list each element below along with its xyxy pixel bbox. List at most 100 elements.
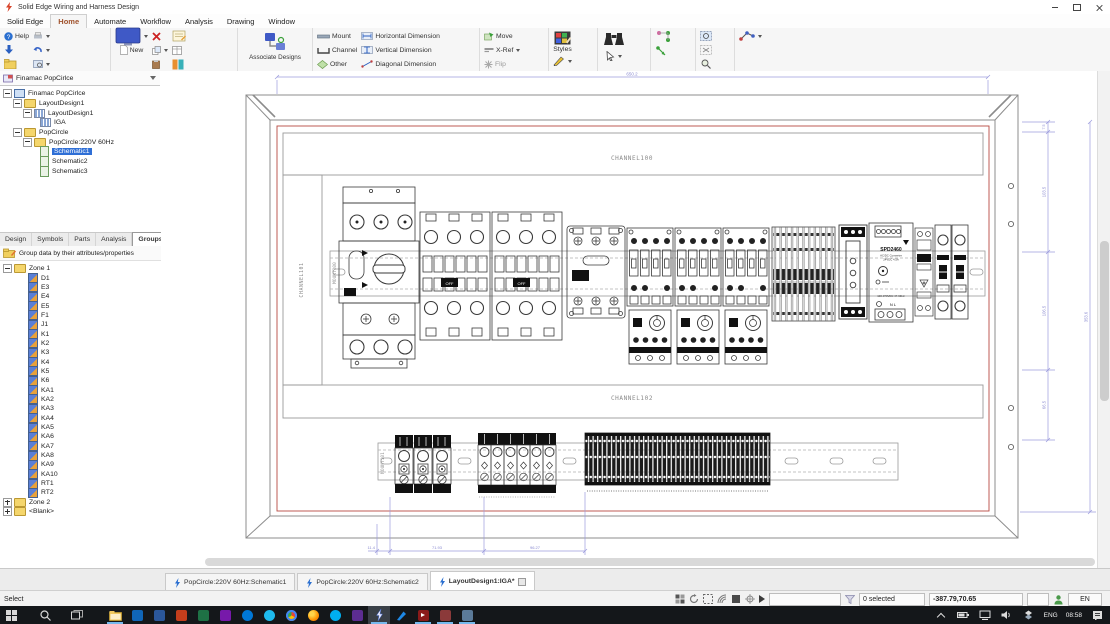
firefox-icon[interactable] (302, 606, 324, 624)
solid-edge-taskbar-icon[interactable] (368, 606, 390, 624)
group-item[interactable]: E3 (0, 283, 160, 292)
preview-button[interactable] (33, 58, 50, 70)
tab-design[interactable]: Design (0, 233, 32, 246)
print-button[interactable] (33, 30, 50, 42)
collapse-icon[interactable] (13, 128, 22, 137)
move-button[interactable]: Move (484, 30, 520, 42)
drawing-canvas[interactable]: OFF (161, 71, 1110, 568)
group-item[interactable]: F1 (0, 311, 160, 320)
dim-bottom-2[interactable]: 71.93 (432, 545, 443, 550)
video-app-icon[interactable] (412, 606, 434, 624)
tab-analysis[interactable]: Analysis (96, 233, 132, 246)
group-item[interactable]: KA7 (0, 442, 160, 451)
table-button[interactable] (172, 44, 186, 56)
group-item[interactable]: KA9 (0, 460, 160, 469)
maximize-button[interactable] (1066, 1, 1088, 14)
flip-button[interactable]: Flip (484, 58, 520, 70)
mount100-label[interactable]: MOUNT100 (332, 262, 338, 284)
edge-icon[interactable] (236, 606, 258, 624)
tree-node-layoutdesign1[interactable]: LayoutDesign1 (0, 99, 160, 109)
breaker-group-2[interactable] (492, 212, 562, 340)
connect-node-icon[interactable] (655, 30, 673, 44)
pen-app-icon[interactable] (390, 606, 412, 624)
wire-channels[interactable]: CHANNEL100 CHANNEL101 CHANNEL102 (283, 133, 983, 418)
main-contactor[interactable] (567, 226, 625, 318)
file-explorer-icon[interactable] (104, 606, 126, 624)
undo-button[interactable] (33, 44, 50, 56)
breaker-group-1[interactable] (420, 212, 490, 340)
tree-node-schematic1[interactable]: Schematic1 (0, 147, 160, 157)
group-item[interactable]: KA10 (0, 470, 160, 479)
group-item[interactable]: RT1 (0, 479, 160, 488)
vertical-scrollbar[interactable] (1097, 71, 1110, 568)
terminal-block-b5[interactable] (530, 433, 543, 493)
copy-button[interactable] (152, 44, 168, 56)
word-icon[interactable] (148, 606, 170, 624)
dim-top[interactable]: 650.2 (626, 72, 638, 77)
dim-bottom-1[interactable]: 11.4 (368, 545, 376, 550)
minimize-button[interactable] (1044, 1, 1066, 14)
power-supply-spd2460[interactable]: SPD2460 AC/DC Converter 24VDC 4.5A 100-3… (869, 223, 913, 322)
group-blank[interactable]: <Blank> (0, 507, 160, 516)
tree-node-popcircle[interactable]: PopCircle (0, 128, 160, 138)
terminal-block-b2[interactable] (491, 433, 504, 493)
mount-button[interactable]: Mount (317, 30, 357, 42)
dim-right-1[interactable]: 7.5 (1042, 125, 1046, 130)
rotate-icon[interactable] (689, 594, 699, 604)
snap-target-icon[interactable] (745, 594, 755, 604)
group-item[interactable]: K6 (0, 376, 160, 385)
channel-button[interactable]: Channel (317, 44, 357, 56)
user-icon[interactable] (1053, 594, 1064, 605)
connect-branch-icon[interactable] (655, 46, 673, 60)
selection-rect-icon[interactable] (703, 594, 713, 604)
doc-tab-schematic2[interactable]: PopCircle:220V 60Hz:Schematic2 (297, 573, 427, 591)
collapse-icon[interactable] (23, 109, 32, 118)
din-module-narrow[interactable] (839, 225, 867, 319)
dim-bottom-3[interactable]: 96.27 (530, 545, 541, 550)
filter-icon[interactable] (845, 595, 855, 604)
task-view-icon[interactable] (66, 606, 88, 624)
delete-button[interactable] (152, 30, 168, 42)
group-item[interactable]: KA4 (0, 414, 160, 423)
tab-analysis[interactable]: Analysis (178, 14, 220, 28)
tray-volume-icon[interactable] (996, 606, 1018, 624)
new-button[interactable]: New (120, 44, 144, 56)
group-item[interactable]: RT2 (0, 488, 160, 497)
pen-style-button[interactable] (553, 55, 572, 67)
dim-right-4[interactable]: 66.5 (1042, 400, 1047, 409)
group-item[interactable]: K5 (0, 367, 160, 376)
group-item[interactable]: K2 (0, 339, 160, 348)
din-breaker-2[interactable] (952, 225, 968, 319)
layout-button[interactable] (172, 58, 186, 70)
collapse-icon[interactable] (3, 89, 12, 98)
tree-node-schematic3[interactable]: Schematic3 (0, 167, 160, 177)
vertical-dimension-button[interactable]: Vertical Dimension (361, 44, 440, 56)
save-button[interactable] (4, 44, 29, 56)
onenote-icon[interactable] (214, 606, 236, 624)
motor-disconnect-switch[interactable] (339, 187, 419, 368)
terminal-strip-mid[interactable] (772, 227, 835, 321)
group-item[interactable]: D1 (0, 273, 160, 282)
associate-designs-button[interactable]: Associate Designs (249, 30, 301, 61)
terminal-block-b1[interactable] (478, 433, 491, 493)
tab-solid-edge[interactable]: Solid Edge (0, 14, 50, 28)
dim-right-3[interactable]: 106.5 (1042, 305, 1047, 316)
group-item[interactable]: J1 (0, 320, 160, 329)
collapse-icon[interactable] (13, 99, 22, 108)
excel-icon[interactable] (192, 606, 214, 624)
tray-chevron-icon[interactable] (930, 606, 952, 624)
start-button[interactable] (0, 606, 22, 624)
group-zone2[interactable]: Zone 2 (0, 498, 160, 507)
group-item[interactable]: E4 (0, 292, 160, 301)
horizontal-scrollbar[interactable] (205, 558, 1095, 566)
group-item[interactable]: KA6 (0, 432, 160, 441)
tree-node-layoutdesign1-sub[interactable]: LayoutDesign1 (0, 108, 160, 118)
doc-tab-schematic1[interactable]: PopCircle:220V 60Hz:Schematic1 (165, 573, 295, 591)
tab-home[interactable]: Home (50, 14, 87, 29)
group-item[interactable]: KA5 (0, 423, 160, 432)
group-zone1[interactable]: Zone 1 (0, 264, 160, 273)
layout-drawing[interactable]: OFF (161, 71, 1097, 568)
zoom-selected-button[interactable] (700, 44, 712, 56)
expand-icon[interactable] (3, 507, 12, 516)
search-icon[interactable] (34, 606, 56, 624)
